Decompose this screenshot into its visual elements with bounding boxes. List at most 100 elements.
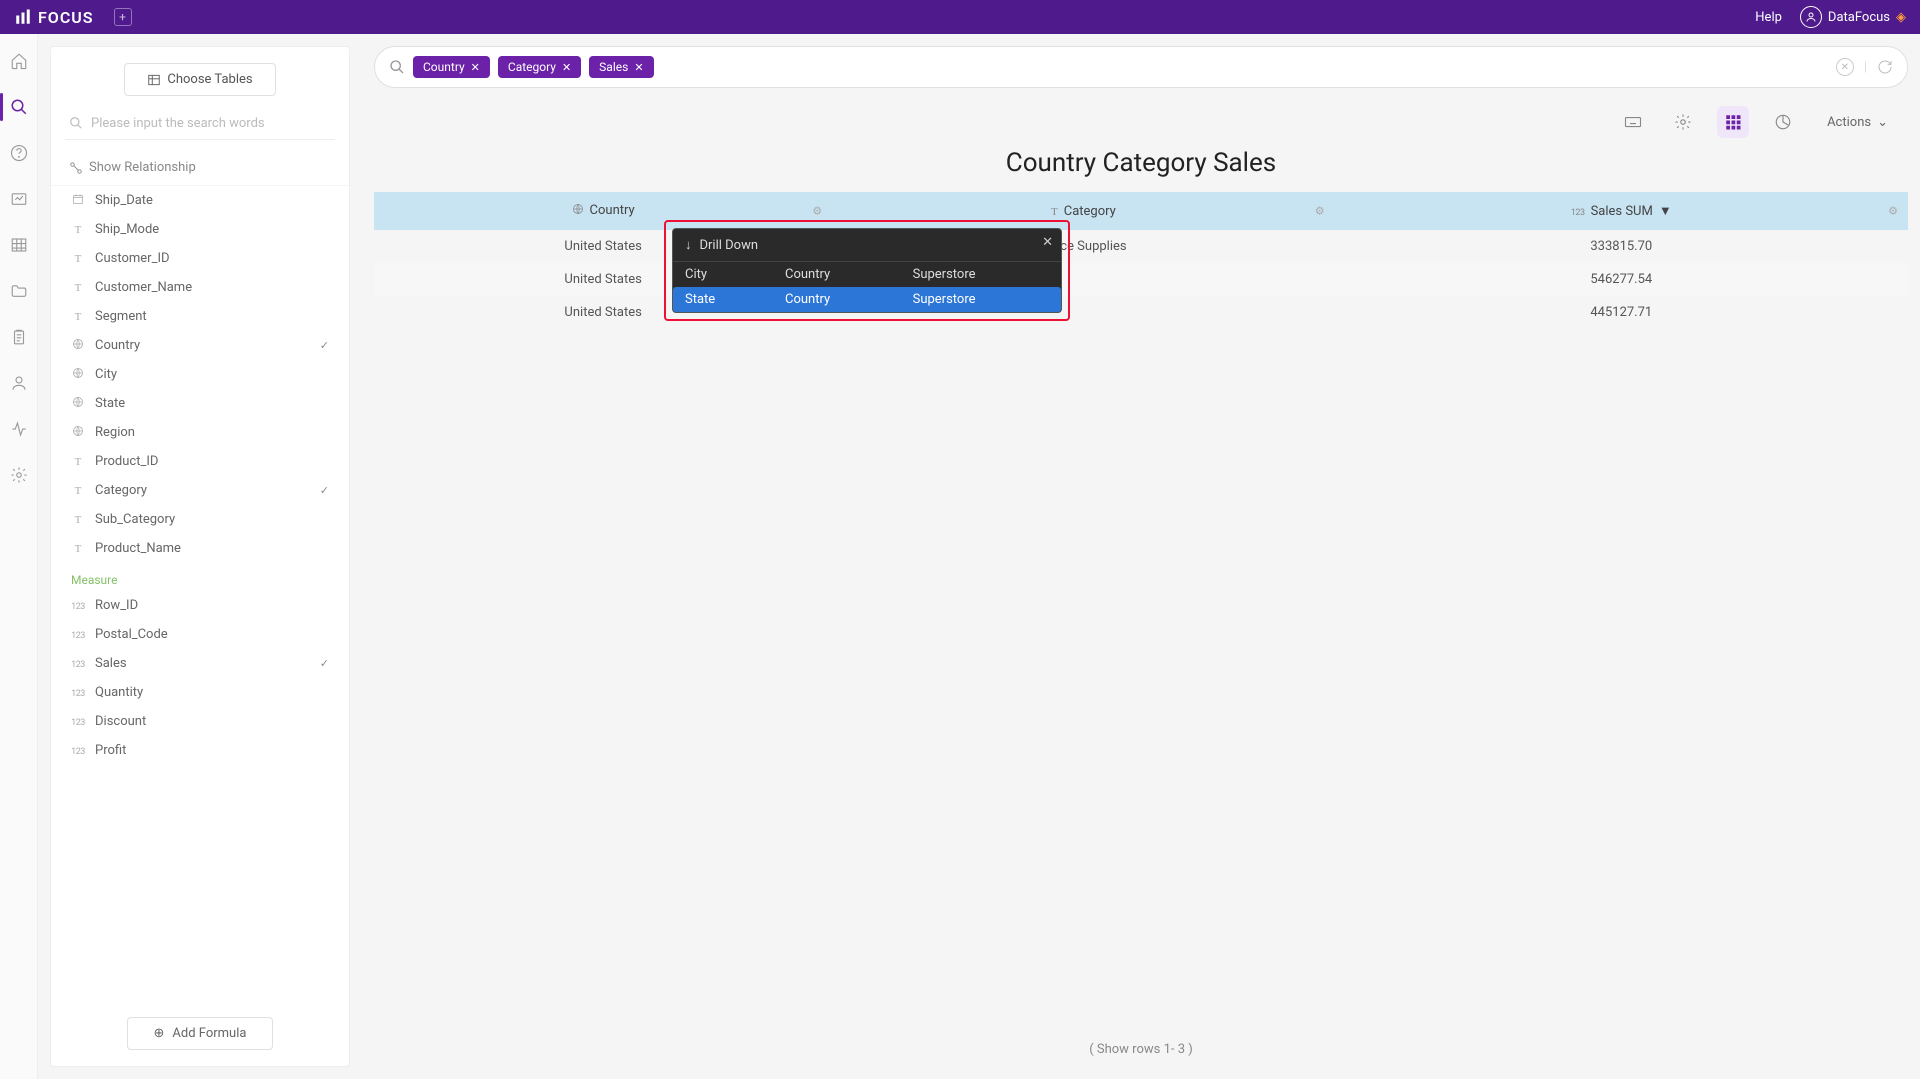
nav-activity-icon[interactable] <box>10 420 28 438</box>
keyboard-icon[interactable] <box>1617 106 1649 138</box>
logo-icon <box>14 8 32 26</box>
drilldown-option[interactable]: CityCountrySuperstore <box>673 262 1061 287</box>
column-header[interactable]: 123Sales SUM▼⚙ <box>1335 192 1908 230</box>
field-item[interactable]: TCustomer_Name <box>65 273 335 302</box>
column-label: Sales SUM <box>1591 204 1653 219</box>
add-formula-button[interactable]: ⊕ Add Formula <box>127 1017 274 1050</box>
search-icon <box>69 116 83 130</box>
field-item[interactable]: Region <box>65 418 335 447</box>
opt-parent: Country <box>773 262 901 287</box>
field-label: Country <box>95 338 140 353</box>
field-item[interactable]: State <box>65 389 335 418</box>
shield-icon: ◈ <box>1896 10 1906 25</box>
chip-label: Country <box>423 60 465 74</box>
field-item[interactable]: Ship_Date <box>65 186 335 215</box>
nav-clipboard-icon[interactable] <box>10 328 28 346</box>
field-item[interactable]: TCustomer_ID <box>65 244 335 273</box>
nav-user-icon[interactable] <box>10 374 28 392</box>
fields-list: Ship_DateTShip_ModeTCustomer_IDTCustomer… <box>51 186 349 1003</box>
chip-remove-icon[interactable]: ✕ <box>634 61 643 74</box>
field-search-input[interactable] <box>65 108 335 140</box>
field-item[interactable]: 123Discount <box>65 707 335 736</box>
user-name: DataFocus <box>1828 10 1890 25</box>
gear-icon[interactable]: ⚙ <box>1315 205 1325 218</box>
query-bar[interactable]: Country✕Category✕Sales✕ ✕ | <box>374 46 1908 88</box>
help-link[interactable]: Help <box>1755 10 1782 25</box>
chart-type-icon[interactable] <box>1767 106 1799 138</box>
chip-label: Sales <box>599 60 628 74</box>
field-label: Postal_Code <box>95 627 168 642</box>
field-item[interactable]: 123Quantity <box>65 678 335 707</box>
clear-query-button[interactable]: ✕ <box>1836 58 1854 76</box>
plus-icon: ⊕ <box>154 1026 165 1041</box>
query-chip[interactable]: Category✕ <box>498 56 581 78</box>
drilldown-popup: ↓ Drill Down ✕ CityCountrySuperstoreStat… <box>672 228 1062 313</box>
table-header-row: Country⚙TCategory⚙123Sales SUM▼⚙ <box>374 192 1908 230</box>
actions-menu[interactable]: Actions ⌄ <box>1817 109 1898 136</box>
field-item[interactable]: TProduct_Name <box>65 534 335 563</box>
refresh-icon[interactable] <box>1877 59 1893 75</box>
nav-settings-icon[interactable] <box>10 466 28 484</box>
field-label: Segment <box>95 309 147 324</box>
chevron-down-icon: ⌄ <box>1877 115 1888 130</box>
type-icon <box>71 367 85 382</box>
show-relationship-toggle[interactable]: Show Relationship <box>51 150 349 186</box>
opt-field: State <box>673 287 773 312</box>
cell: 445127.71 <box>1335 296 1908 329</box>
field-item[interactable]: TProduct_ID <box>65 447 335 476</box>
choose-tables-button[interactable]: Choose Tables <box>124 63 275 96</box>
nav-dashboard-icon[interactable] <box>10 190 28 208</box>
nav-home-icon[interactable] <box>10 52 28 70</box>
config-icon[interactable] <box>1667 106 1699 138</box>
field-item[interactable]: 123Postal_Code <box>65 620 335 649</box>
nav-folder-icon[interactable] <box>10 282 28 300</box>
user-menu[interactable]: DataFocus ◈ <box>1800 6 1906 28</box>
type-icon: T <box>71 484 85 497</box>
field-label: Category <box>95 483 147 498</box>
check-icon: ✓ <box>320 484 329 497</box>
field-label: Region <box>95 425 135 440</box>
nav-help-icon[interactable] <box>10 144 28 162</box>
type-icon: T <box>71 455 85 468</box>
grid-view-icon[interactable] <box>1717 106 1749 138</box>
field-search[interactable] <box>65 108 335 140</box>
field-item[interactable]: 123Profit <box>65 736 335 765</box>
table-row[interactable]: United StatesOffice Supplies333815.70 <box>374 230 1908 263</box>
chip-remove-icon[interactable]: ✕ <box>562 61 571 74</box>
nav-search-icon[interactable] <box>10 98 28 116</box>
main-area: Country✕Category✕Sales✕ ✕ | Actions ⌄ Co… <box>362 34 1920 1079</box>
type-icon <box>71 338 85 353</box>
field-item[interactable]: T Category ✓ <box>65 476 335 505</box>
query-chip[interactable]: Sales ✕ <box>589 56 653 78</box>
chips-container: Country✕Category✕Sales✕ <box>413 56 654 78</box>
opt-parent: Country <box>773 287 901 312</box>
relationship-icon <box>69 161 83 175</box>
table-row[interactable]: United States445127.71 <box>374 296 1908 329</box>
type-icon: T <box>1051 205 1058 218</box>
field-item[interactable]: TShip_Mode <box>65 215 335 244</box>
type-icon: T <box>71 223 85 236</box>
field-label: Profit <box>95 743 126 758</box>
opt-source: Superstore <box>901 287 1061 312</box>
drilldown-option[interactable]: StateCountrySuperstore <box>673 287 1061 312</box>
field-item[interactable]: Country✓ <box>65 331 335 360</box>
new-button[interactable]: + <box>114 8 132 26</box>
show-relationship-label: Show Relationship <box>89 160 196 175</box>
gear-icon[interactable]: ⚙ <box>812 205 822 218</box>
field-item[interactable]: 123Sales✓ <box>65 649 335 678</box>
field-item[interactable]: TSub_Category <box>65 505 335 534</box>
field-item[interactable]: 123Row_ID <box>65 591 335 620</box>
field-item[interactable]: TSegment <box>65 302 335 331</box>
type-icon: 123 <box>71 599 85 612</box>
field-item[interactable]: City <box>65 360 335 389</box>
query-chip[interactable]: Country ✕ <box>413 56 490 78</box>
type-icon <box>71 396 85 411</box>
data-table: Country⚙TCategory⚙123Sales SUM▼⚙ United … <box>374 192 1908 329</box>
nav-table-icon[interactable] <box>10 236 28 254</box>
close-icon[interactable]: ✕ <box>1042 235 1053 250</box>
logo[interactable]: FOCUS <box>14 8 94 27</box>
chip-remove-icon[interactable]: ✕ <box>471 61 480 74</box>
table-row[interactable]: United States546277.54 <box>374 263 1908 296</box>
cell: 333815.70 <box>1335 230 1908 263</box>
gear-icon[interactable]: ⚙ <box>1888 205 1898 218</box>
